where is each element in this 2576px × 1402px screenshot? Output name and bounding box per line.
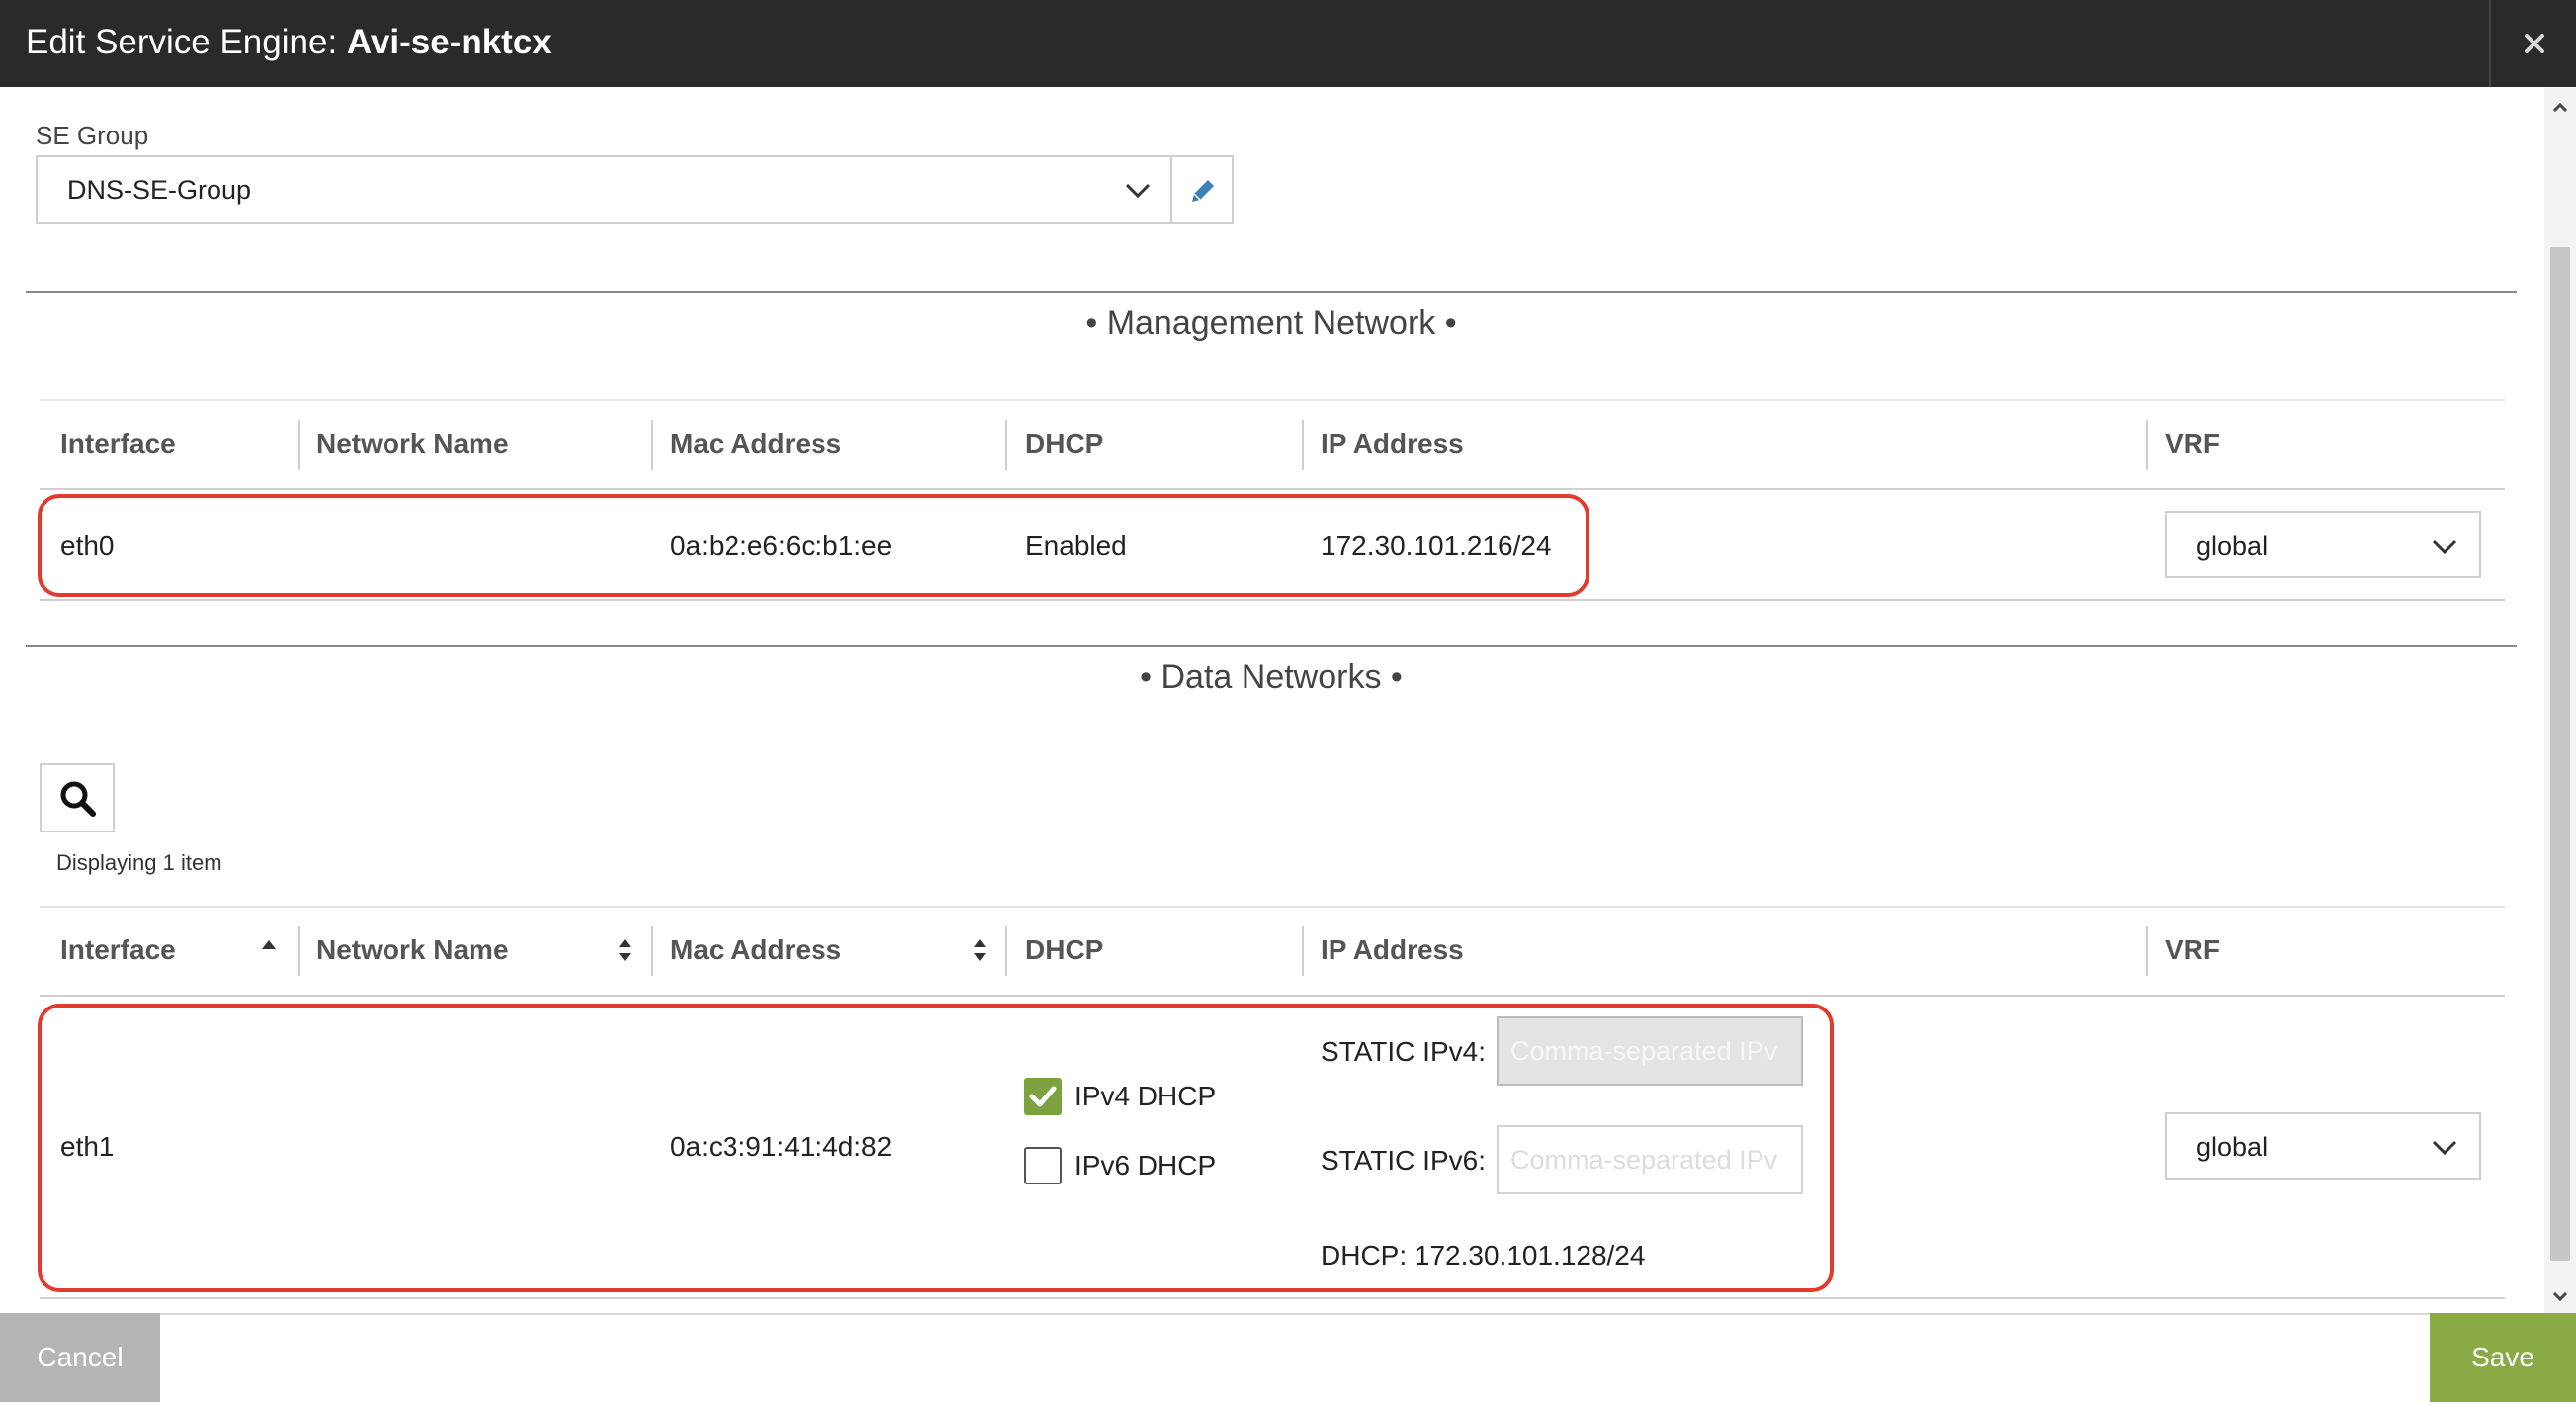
data-networks-title: • Data Networks • — [1140, 658, 1403, 696]
col-vrf: VRF — [2165, 934, 2220, 965]
dialog-titlebar: Edit Service Engine: Avi-se-nktcx — [0, 0, 2576, 87]
col-ip-address: IP Address — [1321, 428, 1464, 459]
dialog-footer — [0, 1313, 2576, 1402]
pencil-icon — [1192, 180, 1214, 202]
vrf-select[interactable]: global — [2165, 511, 2481, 578]
scrollbar-thumb[interactable] — [2550, 247, 2570, 1261]
sort-icon[interactable] — [615, 935, 635, 965]
search-icon — [60, 781, 96, 817]
column-separator — [1005, 420, 1007, 470]
sort-icon[interactable] — [970, 935, 989, 965]
header-row-border — [40, 995, 2505, 997]
vrf-value: global — [2196, 531, 2269, 561]
col-mac-address[interactable]: Mac Address — [670, 934, 841, 966]
column-separator — [1302, 420, 1304, 470]
column-separator — [298, 420, 300, 470]
dialog-title-name: Avi-se-nktcx — [346, 23, 552, 61]
section-divider — [26, 645, 2517, 647]
display-count: Displaying 1 item — [56, 850, 222, 875]
chevron-down-icon — [2432, 539, 2457, 555]
scroll-up-icon[interactable] — [2549, 97, 2571, 119]
col-dhcp: DHCP — [1025, 428, 1104, 459]
col-interface: Interface — [60, 428, 176, 459]
row-border — [40, 1297, 2505, 1299]
column-separator — [1302, 926, 1304, 976]
column-separator — [1005, 926, 1007, 976]
grid-top-border — [40, 906, 2505, 908]
sort-asc-icon[interactable] — [259, 937, 279, 951]
section-divider — [26, 291, 2517, 293]
col-network-name[interactable]: Network Name — [316, 934, 509, 966]
col-mac-address: Mac Address — [670, 428, 842, 459]
scroll-down-icon[interactable] — [2549, 1285, 2571, 1307]
col-vrf: VRF — [2165, 428, 2220, 459]
column-separator — [2146, 926, 2148, 976]
highlight-box — [38, 494, 1589, 597]
search-button[interactable] — [40, 763, 115, 832]
column-separator — [651, 420, 653, 470]
highlight-box — [38, 1004, 1834, 1292]
save-button[interactable]: Save — [2430, 1313, 2576, 1402]
col-ip-address: IP Address — [1321, 934, 1464, 965]
chevron-down-icon — [2432, 1140, 2457, 1156]
col-network-name: Network Name — [316, 428, 509, 459]
col-interface[interactable]: Interface — [60, 934, 176, 966]
edit-se-group-button[interactable] — [1170, 155, 1234, 224]
vrf-value: global — [2196, 1132, 2269, 1162]
dialog-title-prefix: Edit Service Engine: — [26, 23, 347, 61]
header-row-border — [40, 488, 2505, 490]
se-group-value: DNS-SE-Group — [67, 175, 252, 205]
close-button[interactable] — [2489, 0, 2576, 87]
se-group-select[interactable]: DNS-SE-Group — [36, 155, 1172, 224]
dialog-title: Edit Service Engine: Avi-se-nktcx — [26, 0, 552, 85]
close-icon — [2525, 34, 2544, 53]
vrf-select[interactable]: global — [2165, 1112, 2481, 1180]
column-separator — [651, 926, 653, 976]
row-border — [40, 599, 2505, 601]
grid-top-border — [40, 399, 2505, 401]
chevron-down-icon — [1125, 183, 1151, 199]
cancel-button[interactable]: Cancel — [0, 1313, 160, 1402]
column-separator — [298, 926, 300, 976]
column-separator — [2146, 420, 2148, 470]
management-network-title: • Management Network • — [1085, 305, 1457, 342]
col-dhcp: DHCP — [1025, 934, 1104, 965]
se-group-label: SE Group — [36, 121, 149, 150]
